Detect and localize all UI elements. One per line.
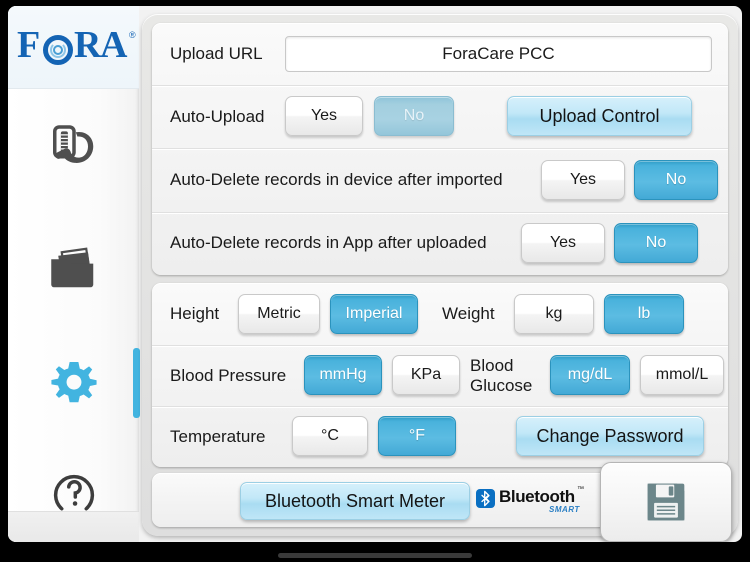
bluetooth-trademark: ™ [577,486,584,493]
upload-settings-panel: Upload URL Auto-Upload Yes No Upload Con… [152,23,728,275]
logo-letter-o-ring [43,35,73,65]
units-settings-panel: Height Metric Imperial Weight kg lb Bloo… [152,283,728,467]
auto-delete-device-no-button[interactable]: No [634,160,718,200]
row-auto-upload: Auto-Upload Yes No Upload Control [152,85,728,149]
upload-url-input[interactable] [285,36,712,72]
upload-control-button[interactable]: Upload Control [507,96,692,136]
gear-icon [50,362,97,403]
auto-delete-device-yes-button[interactable]: Yes [541,160,625,200]
logo-letter-r: R [74,24,101,66]
home-indicator [278,553,472,558]
device-bezel: F R A ® Upload URL ForaCare PCC Auto-Upl… [0,0,750,562]
weight-kg-button[interactable]: kg [514,294,594,334]
change-password-button[interactable]: Change Password [516,416,704,456]
auto-delete-app-label: Auto-Delete records in App after uploade… [170,233,487,252]
floppy-disk-save-icon [647,483,685,521]
content-frame: Upload URL Auto-Upload Yes No Upload Con… [142,14,738,536]
blood-glucose-label-line1: Blood [470,356,514,375]
bluetooth-smart-subtitle: SMART [549,505,580,514]
auto-upload-yes-button[interactable]: Yes [285,96,363,136]
height-imperial-button[interactable]: Imperial [330,294,418,334]
sidebar-footer [8,511,139,542]
blood-pressure-kpa-button[interactable]: KPa [392,355,460,395]
brand-logo-area: F R A ® [8,6,139,89]
auto-upload-label: Auto-Upload [170,107,265,126]
sidebar-item-blood-pressure[interactable] [8,111,139,185]
auto-delete-device-label: Auto-Delete records in device after impo… [170,170,503,189]
bluetooth-wordmark: Bluetooth [499,487,575,506]
row-auto-delete-app: Auto-Delete records in App after uploade… [152,212,728,275]
row-blood-units: Blood Pressure mmHg KPa Blood Glucose mg… [152,345,728,407]
blood-pressure-mmhg-button[interactable]: mmHg [304,355,382,395]
upload-url-label: Upload URL [170,44,263,63]
logo-registered-mark: ® [129,30,136,40]
weight-lb-button[interactable]: lb [604,294,684,334]
row-temperature: Temperature °C °F Change Password [152,406,728,467]
logo-letter-a: A [100,24,127,66]
sidebar: F R A ® [8,6,139,542]
logo-swirl-inner [53,45,63,55]
bluetooth-smart-meter-button[interactable]: Bluetooth Smart Meter [240,482,470,520]
active-tab-indicator [133,348,140,418]
sidebar-item-records[interactable] [8,231,139,305]
row-height-weight: Height Metric Imperial Weight kg lb [152,283,728,346]
logo-letter-f: F [17,24,40,66]
folder-records-icon [50,247,93,288]
blood-glucose-label-line2: Glucose [470,376,533,395]
temperature-celsius-button[interactable]: °C [292,416,368,456]
fora-logo: F R A ® [17,26,136,66]
blood-pressure-monitor-icon [52,125,93,163]
blood-pressure-label: Blood Pressure [170,366,287,385]
sidebar-item-settings[interactable] [8,346,139,420]
row-upload-url: Upload URL [152,23,728,86]
auto-delete-app-yes-button[interactable]: Yes [521,223,605,263]
row-auto-delete-device: Auto-Delete records in device after impo… [152,148,728,213]
bluetooth-smart-logo: Bluetooth ™ SMART [476,486,596,518]
height-label: Height [170,304,220,323]
app-screen: F R A ® Upload URL ForaCare PCC Auto-Upl… [8,6,742,542]
auto-delete-app-no-button[interactable]: No [614,223,698,263]
temperature-label: Temperature [170,427,266,446]
weight-label: Weight [442,304,495,323]
bluetooth-rune-icon [476,489,495,508]
blood-glucose-mgdl-button[interactable]: mg/dL [550,355,630,395]
save-button[interactable] [600,462,732,542]
auto-upload-no-button[interactable]: No [374,96,454,136]
height-metric-button[interactable]: Metric [238,294,320,334]
temperature-fahrenheit-button[interactable]: °F [378,416,456,456]
blood-glucose-mmoll-button[interactable]: mmol/L [640,355,724,395]
